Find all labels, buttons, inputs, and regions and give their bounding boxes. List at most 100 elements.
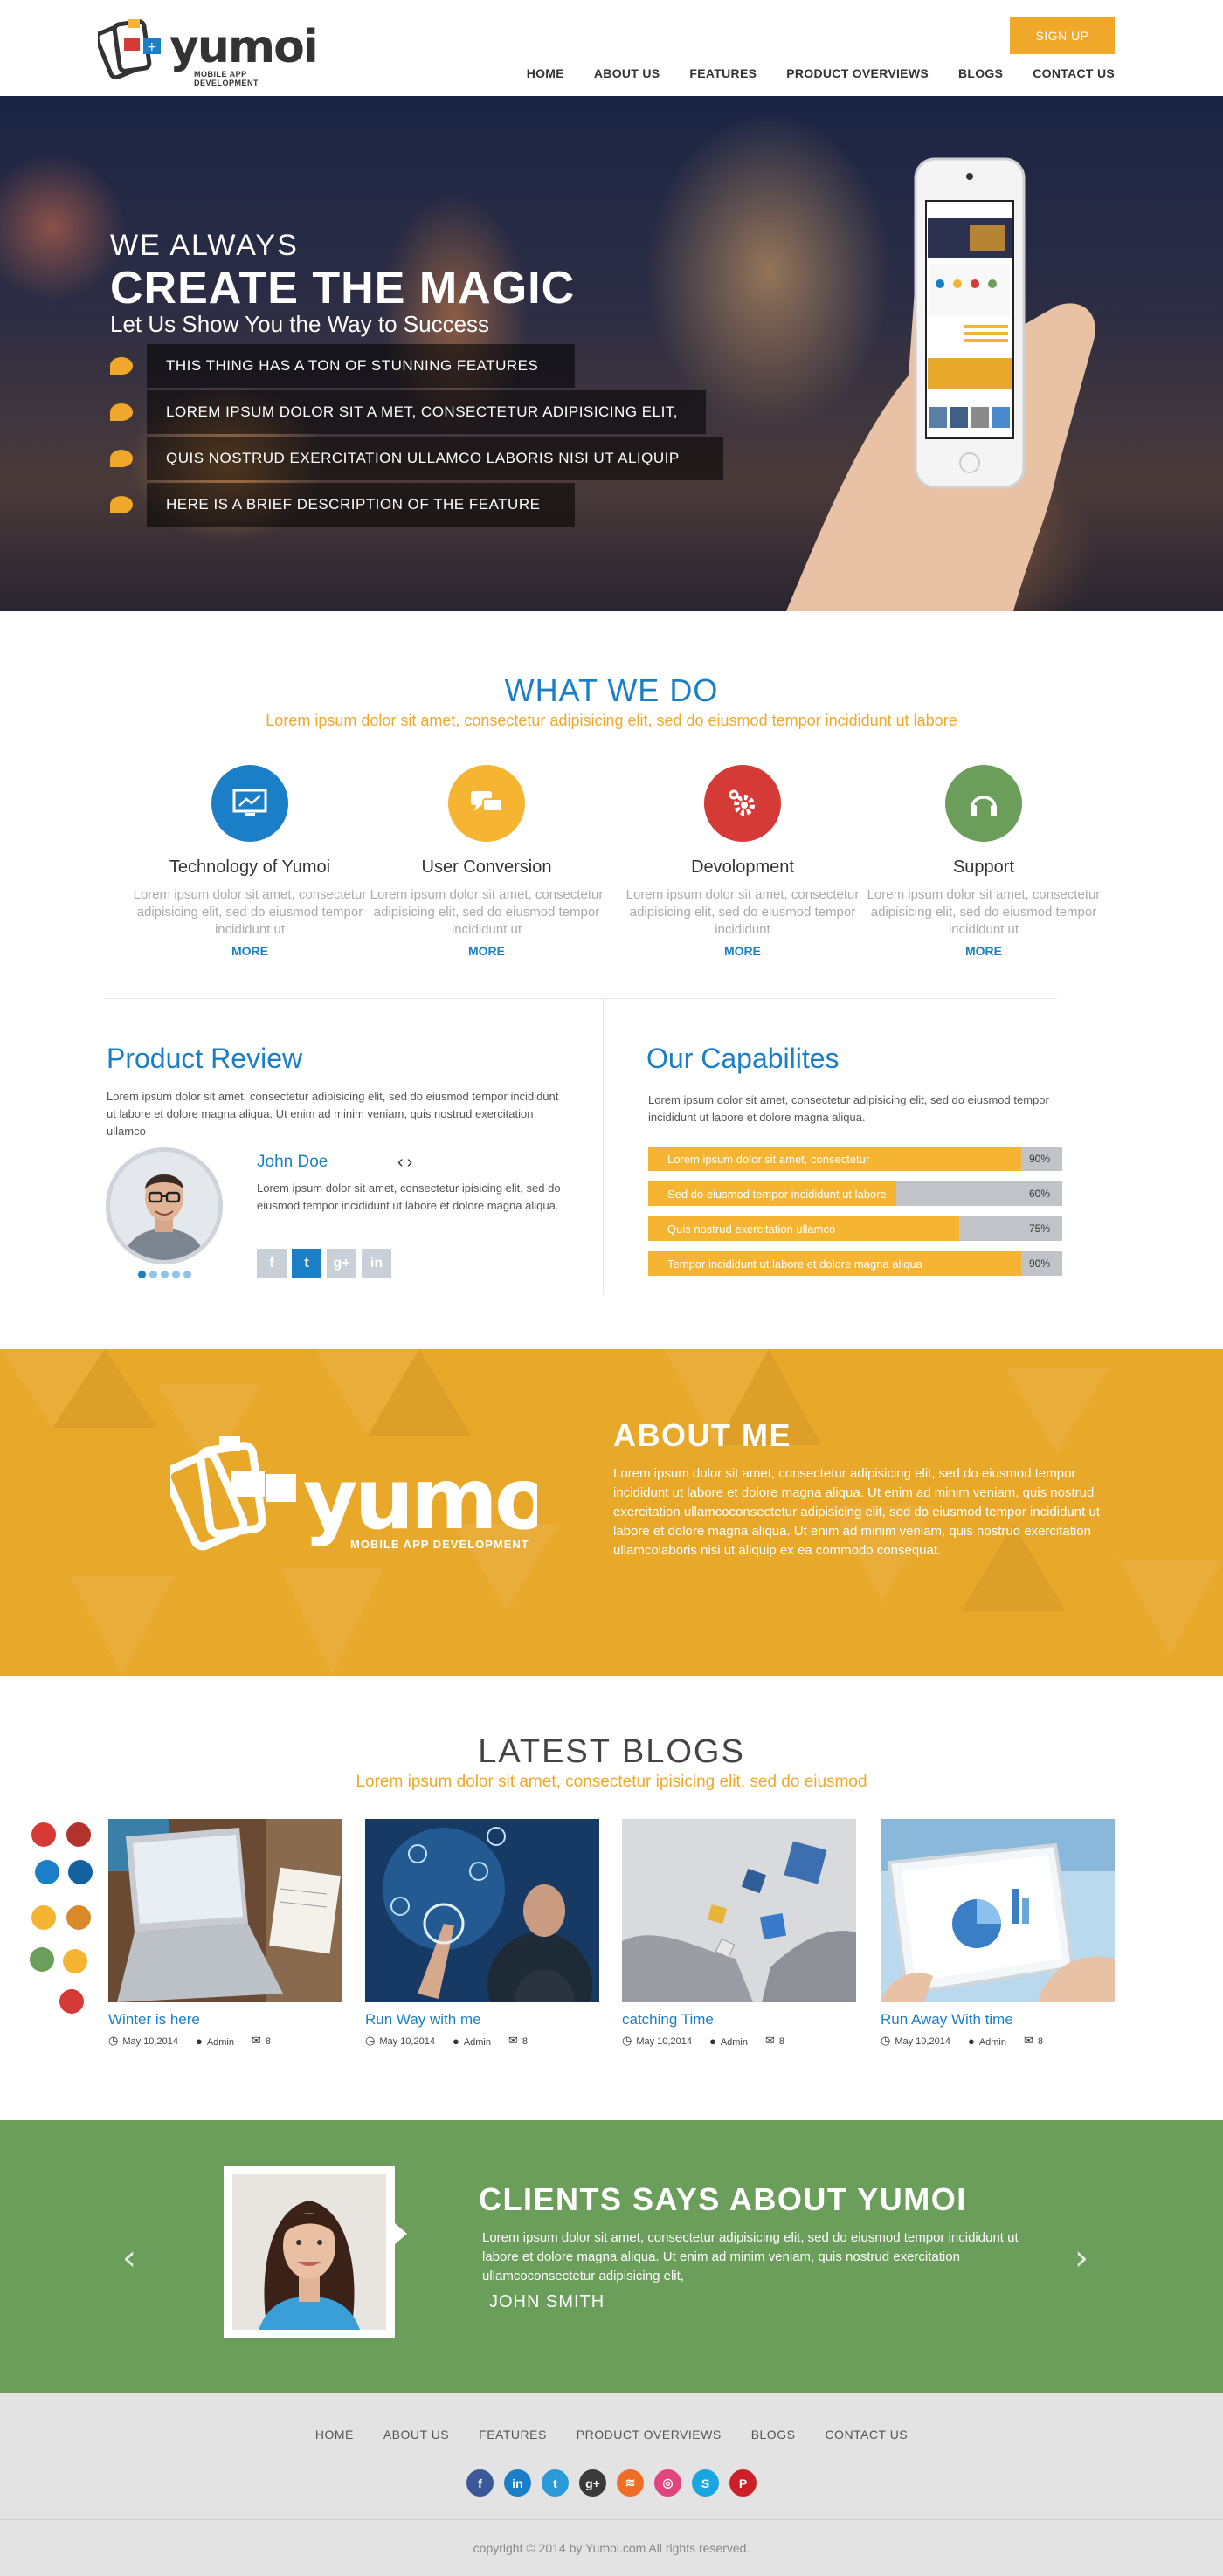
user-icon: ● — [967, 2034, 975, 2048]
testimonial-text: Lorem ipsum dolor sit amet, consectetur … — [482, 2230, 1019, 2283]
review-social-links: f t g+ in — [257, 1249, 391, 1278]
blog-title[interactable]: Run Way with me — [365, 2011, 599, 2028]
hero-feature-text: THIS THING HAS A TON OF STUNNING FEATURE… — [147, 344, 575, 388]
review-nav-arrows[interactable]: ‹› — [397, 1153, 416, 1173]
user-icon: ● — [708, 2034, 716, 2048]
blog-meta: ◷ May 10,2014 ● Admin ✉ 8 — [108, 2034, 342, 2048]
service-more-link[interactable]: MORE — [369, 944, 605, 958]
capability-bar: Sed do eiusmod tempor incididunt ut labo… — [648, 1181, 1062, 1206]
testimonial-next-button[interactable]: › — [1074, 2238, 1088, 2278]
blog-meta: ◷ May 10,2014 ● Admin ✉ 8 — [622, 2034, 856, 2048]
nav-contact-us[interactable]: CONTACT US — [1033, 66, 1115, 80]
section-title: WHAT WE DO — [504, 672, 719, 708]
blog-date: ◷ May 10,2014 — [108, 2034, 178, 2047]
carousel-dot[interactable] — [138, 1271, 146, 1278]
testimonial-title: CLIENTS SAYS ABOUT YUMOI — [479, 2181, 967, 2217]
blog-card[interactable]: catching Time ◷ May 10,2014 ● Admin ✉ 8 — [622, 1819, 856, 2048]
about-section: yumoi MOBILE APP DEVELOPMENT ABOUT ME Lo… — [0, 1349, 1223, 1676]
blog-title[interactable]: Winter is here — [108, 2011, 342, 2028]
hero-feature-item: QUIS NOSTRUD EXERCITATION ULLAMCO LABORI… — [110, 437, 723, 480]
facebook-icon[interactable]: f — [466, 2469, 494, 2497]
hero-line-1: WE ALWAYS — [110, 229, 299, 262]
footer-nav-contact-us[interactable]: CONTACT US — [825, 2428, 908, 2442]
gear-icon — [704, 765, 781, 842]
facebook-icon[interactable]: f — [257, 1249, 287, 1278]
service-more-link[interactable]: MORE — [132, 944, 368, 958]
blog-comments: ✉ 8 — [765, 2034, 785, 2047]
blog-image-cubes[interactable] — [622, 1819, 856, 2002]
nav-features[interactable]: FEATURES — [689, 66, 757, 80]
hero-feature-text: LOREM IPSUM DOLOR SIT A MET, CONSECTETUR… — [147, 390, 706, 434]
service-text: Lorem ipsum dolor sit amet, consectetur … — [133, 887, 367, 937]
capability-label: Quis nostrud exercitation ullamco — [648, 1216, 959, 1241]
carousel-dot[interactable] — [183, 1271, 191, 1278]
testimonial-author: JOHN SMITH — [489, 2292, 605, 2311]
blog-author: ● Admin — [195, 2034, 234, 2048]
linkedin-icon[interactable]: in — [504, 2469, 531, 2497]
nav-product-overviews[interactable]: PRODUCT OVERVIEWS — [786, 66, 929, 80]
blog-card[interactable]: Winter is here ◷ May 10,2014 ● Admin ✉ 8 — [108, 1819, 342, 2048]
speech-bubble-icon — [110, 450, 133, 467]
blog-image-tablet[interactable] — [881, 1819, 1115, 2002]
blog-card[interactable]: Run Way with me ◷ May 10,2014 ● Admin ✉ 8 — [365, 1819, 599, 2048]
speech-bubble-icon — [110, 357, 133, 375]
user-icon: ● — [195, 2034, 203, 2048]
color-dot — [35, 1860, 59, 1884]
logo-wordmark: yumoi — [169, 21, 319, 73]
service-card: Support Lorem ipsum dolor sit amet, cons… — [866, 765, 1102, 958]
footer-nav-features[interactable]: FEATURES — [479, 2428, 547, 2442]
blog-title[interactable]: Run Away With time — [881, 2011, 1115, 2028]
capabilities-title: Our Capabilites — [646, 1043, 840, 1074]
capability-label: Tempor incididunt ut labore et dolore ma… — [648, 1251, 1021, 1276]
hero-tagline: Let Us Show You the Way to Success — [110, 311, 490, 337]
blog-image-touchscreen[interactable] — [365, 1819, 599, 2002]
hero-feature-item: HERE IS A BRIEF DESCRIPTION OF THE FEATU… — [110, 483, 575, 527]
service-more-link[interactable]: MORE — [625, 944, 860, 958]
pinterest-icon[interactable]: P — [729, 2469, 757, 2497]
dribbble-icon[interactable]: ◎ — [654, 2469, 681, 2497]
footer-nav-blogs[interactable]: BLOGS — [751, 2428, 796, 2442]
skype-icon[interactable]: S — [692, 2469, 719, 2497]
user-icon: ● — [452, 2034, 459, 2048]
twitter-icon[interactable]: t — [542, 2469, 569, 2497]
review-title: Product Review — [107, 1043, 303, 1074]
blog-card[interactable]: Run Away With time ◷ May 10,2014 ● Admin ✉… — [881, 1819, 1115, 2048]
capability-bar: Lorem ipsum dolor sit amet, consectetur … — [648, 1147, 1062, 1171]
hero-feature-text: HERE IS A BRIEF DESCRIPTION OF THE FEATU… — [147, 483, 575, 527]
blog-image-laptop[interactable] — [108, 1819, 342, 2002]
blogs-subtitle: Lorem ipsum dolor sit amet, consectetur … — [356, 1773, 867, 1791]
signup-button[interactable]: SIGN UP — [1010, 17, 1115, 54]
capability-percent: 90% — [1028, 1153, 1050, 1165]
footer-nav-product-overviews[interactable]: PRODUCT OVERVIEWS — [577, 2428, 722, 2442]
carousel-dot[interactable] — [172, 1271, 180, 1278]
blog-meta: ◷ May 10,2014 ● Admin ✉ 8 — [365, 2034, 599, 2048]
about-title: ABOUT ME — [613, 1417, 791, 1453]
capability-bar: Tempor incididunt ut labore et dolore ma… — [648, 1251, 1062, 1276]
logo[interactable]: + yumoi MOBILE APP DEVELOPMENT — [94, 16, 319, 87]
testimonial-section: ‹ › CLIENTS SAYS ABOUT YUMOI Lorem ipsum… — [0, 2120, 1223, 2393]
carousel-dot[interactable] — [161, 1271, 169, 1278]
service-more-link[interactable]: MORE — [866, 944, 1102, 958]
capabilities-intro: Lorem ipsum dolor sit amet, consectetur … — [648, 1093, 1049, 1124]
rss-icon[interactable]: ≋ — [617, 2469, 644, 2497]
footer-nav-about-us[interactable]: ABOUT US — [383, 2428, 449, 2442]
linkedin-icon[interactable]: in — [362, 1249, 391, 1278]
nav-blogs[interactable]: BLOGS — [958, 66, 1003, 80]
service-text: Lorem ipsum dolor sit amet, consectetur … — [867, 887, 1101, 937]
nav-home[interactable]: HOME — [527, 66, 564, 80]
comment-icon: ✉ — [765, 2034, 775, 2047]
main-nav: HOME ABOUT US FEATURES PRODUCT OVERVIEWS… — [527, 66, 1115, 80]
googleplus-icon[interactable]: g+ — [579, 2469, 606, 2497]
blogs-title: LATEST BLOGS — [478, 1733, 745, 1770]
footer-social-links: f in t g+ ≋ ◎ S P — [0, 2469, 1223, 2497]
googleplus-icon[interactable]: g+ — [327, 1249, 356, 1278]
blog-title[interactable]: catching Time — [622, 2011, 856, 2028]
carousel-dot[interactable] — [149, 1271, 157, 1278]
about-logo-tagline: MOBILE APP DEVELOPMENT — [350, 1538, 529, 1551]
footer-nav-home[interactable]: HOME — [315, 2428, 354, 2442]
blog-author: ● Admin — [967, 2034, 1006, 2048]
testimonial-prev-button[interactable]: ‹ — [122, 2238, 136, 2278]
divider — [105, 998, 1057, 999]
twitter-icon[interactable]: t — [292, 1249, 321, 1278]
nav-about-us[interactable]: ABOUT US — [594, 66, 660, 80]
